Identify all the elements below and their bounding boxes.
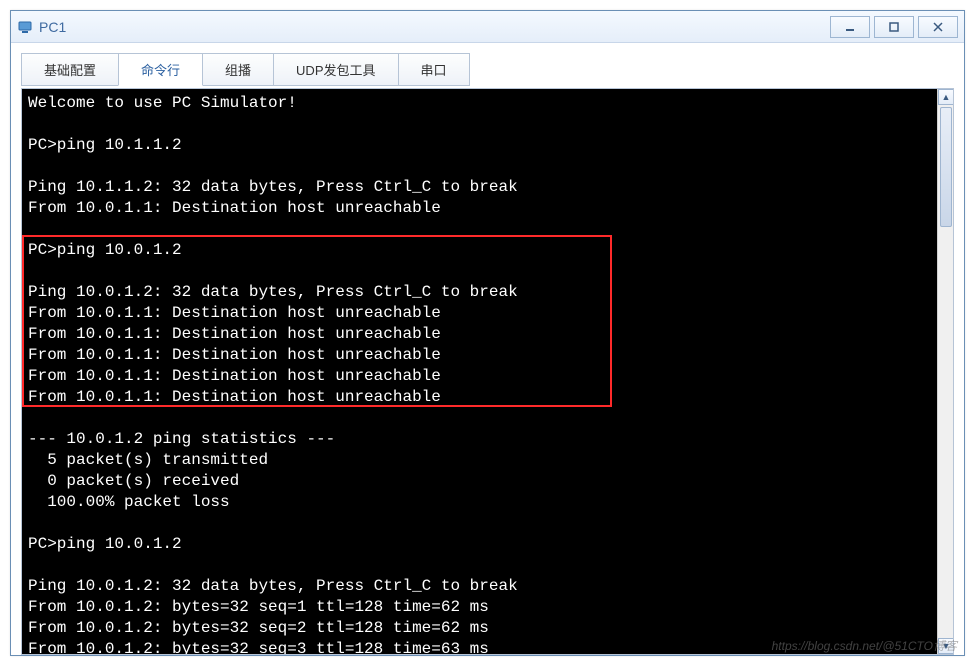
app-window: PC1 基础配置 命令行 组播 UDP发包工具 串口 Welcome to us… bbox=[10, 10, 965, 656]
maximize-button[interactable] bbox=[874, 16, 914, 38]
terminal-scrollbar[interactable]: ▲ ▼ bbox=[937, 89, 953, 654]
tab-bar: 基础配置 命令行 组播 UDP发包工具 串口 bbox=[21, 53, 954, 86]
scroll-thumb[interactable] bbox=[940, 107, 952, 227]
tab-serial[interactable]: 串口 bbox=[398, 53, 470, 86]
scroll-down-arrow[interactable]: ▼ bbox=[938, 638, 954, 654]
tab-command-line[interactable]: 命令行 bbox=[118, 53, 203, 86]
window-title: PC1 bbox=[39, 19, 66, 35]
app-icon bbox=[17, 19, 33, 35]
minimize-button[interactable] bbox=[830, 16, 870, 38]
tab-udp-tool[interactable]: UDP发包工具 bbox=[273, 53, 398, 86]
body-area: 基础配置 命令行 组播 UDP发包工具 串口 Welcome to use PC… bbox=[11, 43, 964, 655]
tab-multicast[interactable]: 组播 bbox=[202, 53, 274, 86]
terminal-output[interactable]: Welcome to use PC Simulator! PC>ping 10.… bbox=[22, 89, 937, 654]
close-button[interactable] bbox=[918, 16, 958, 38]
terminal-panel: Welcome to use PC Simulator! PC>ping 10.… bbox=[21, 88, 954, 655]
titlebar: PC1 bbox=[11, 11, 964, 43]
tab-basic-config[interactable]: 基础配置 bbox=[21, 53, 119, 86]
scroll-up-arrow[interactable]: ▲ bbox=[938, 89, 954, 105]
